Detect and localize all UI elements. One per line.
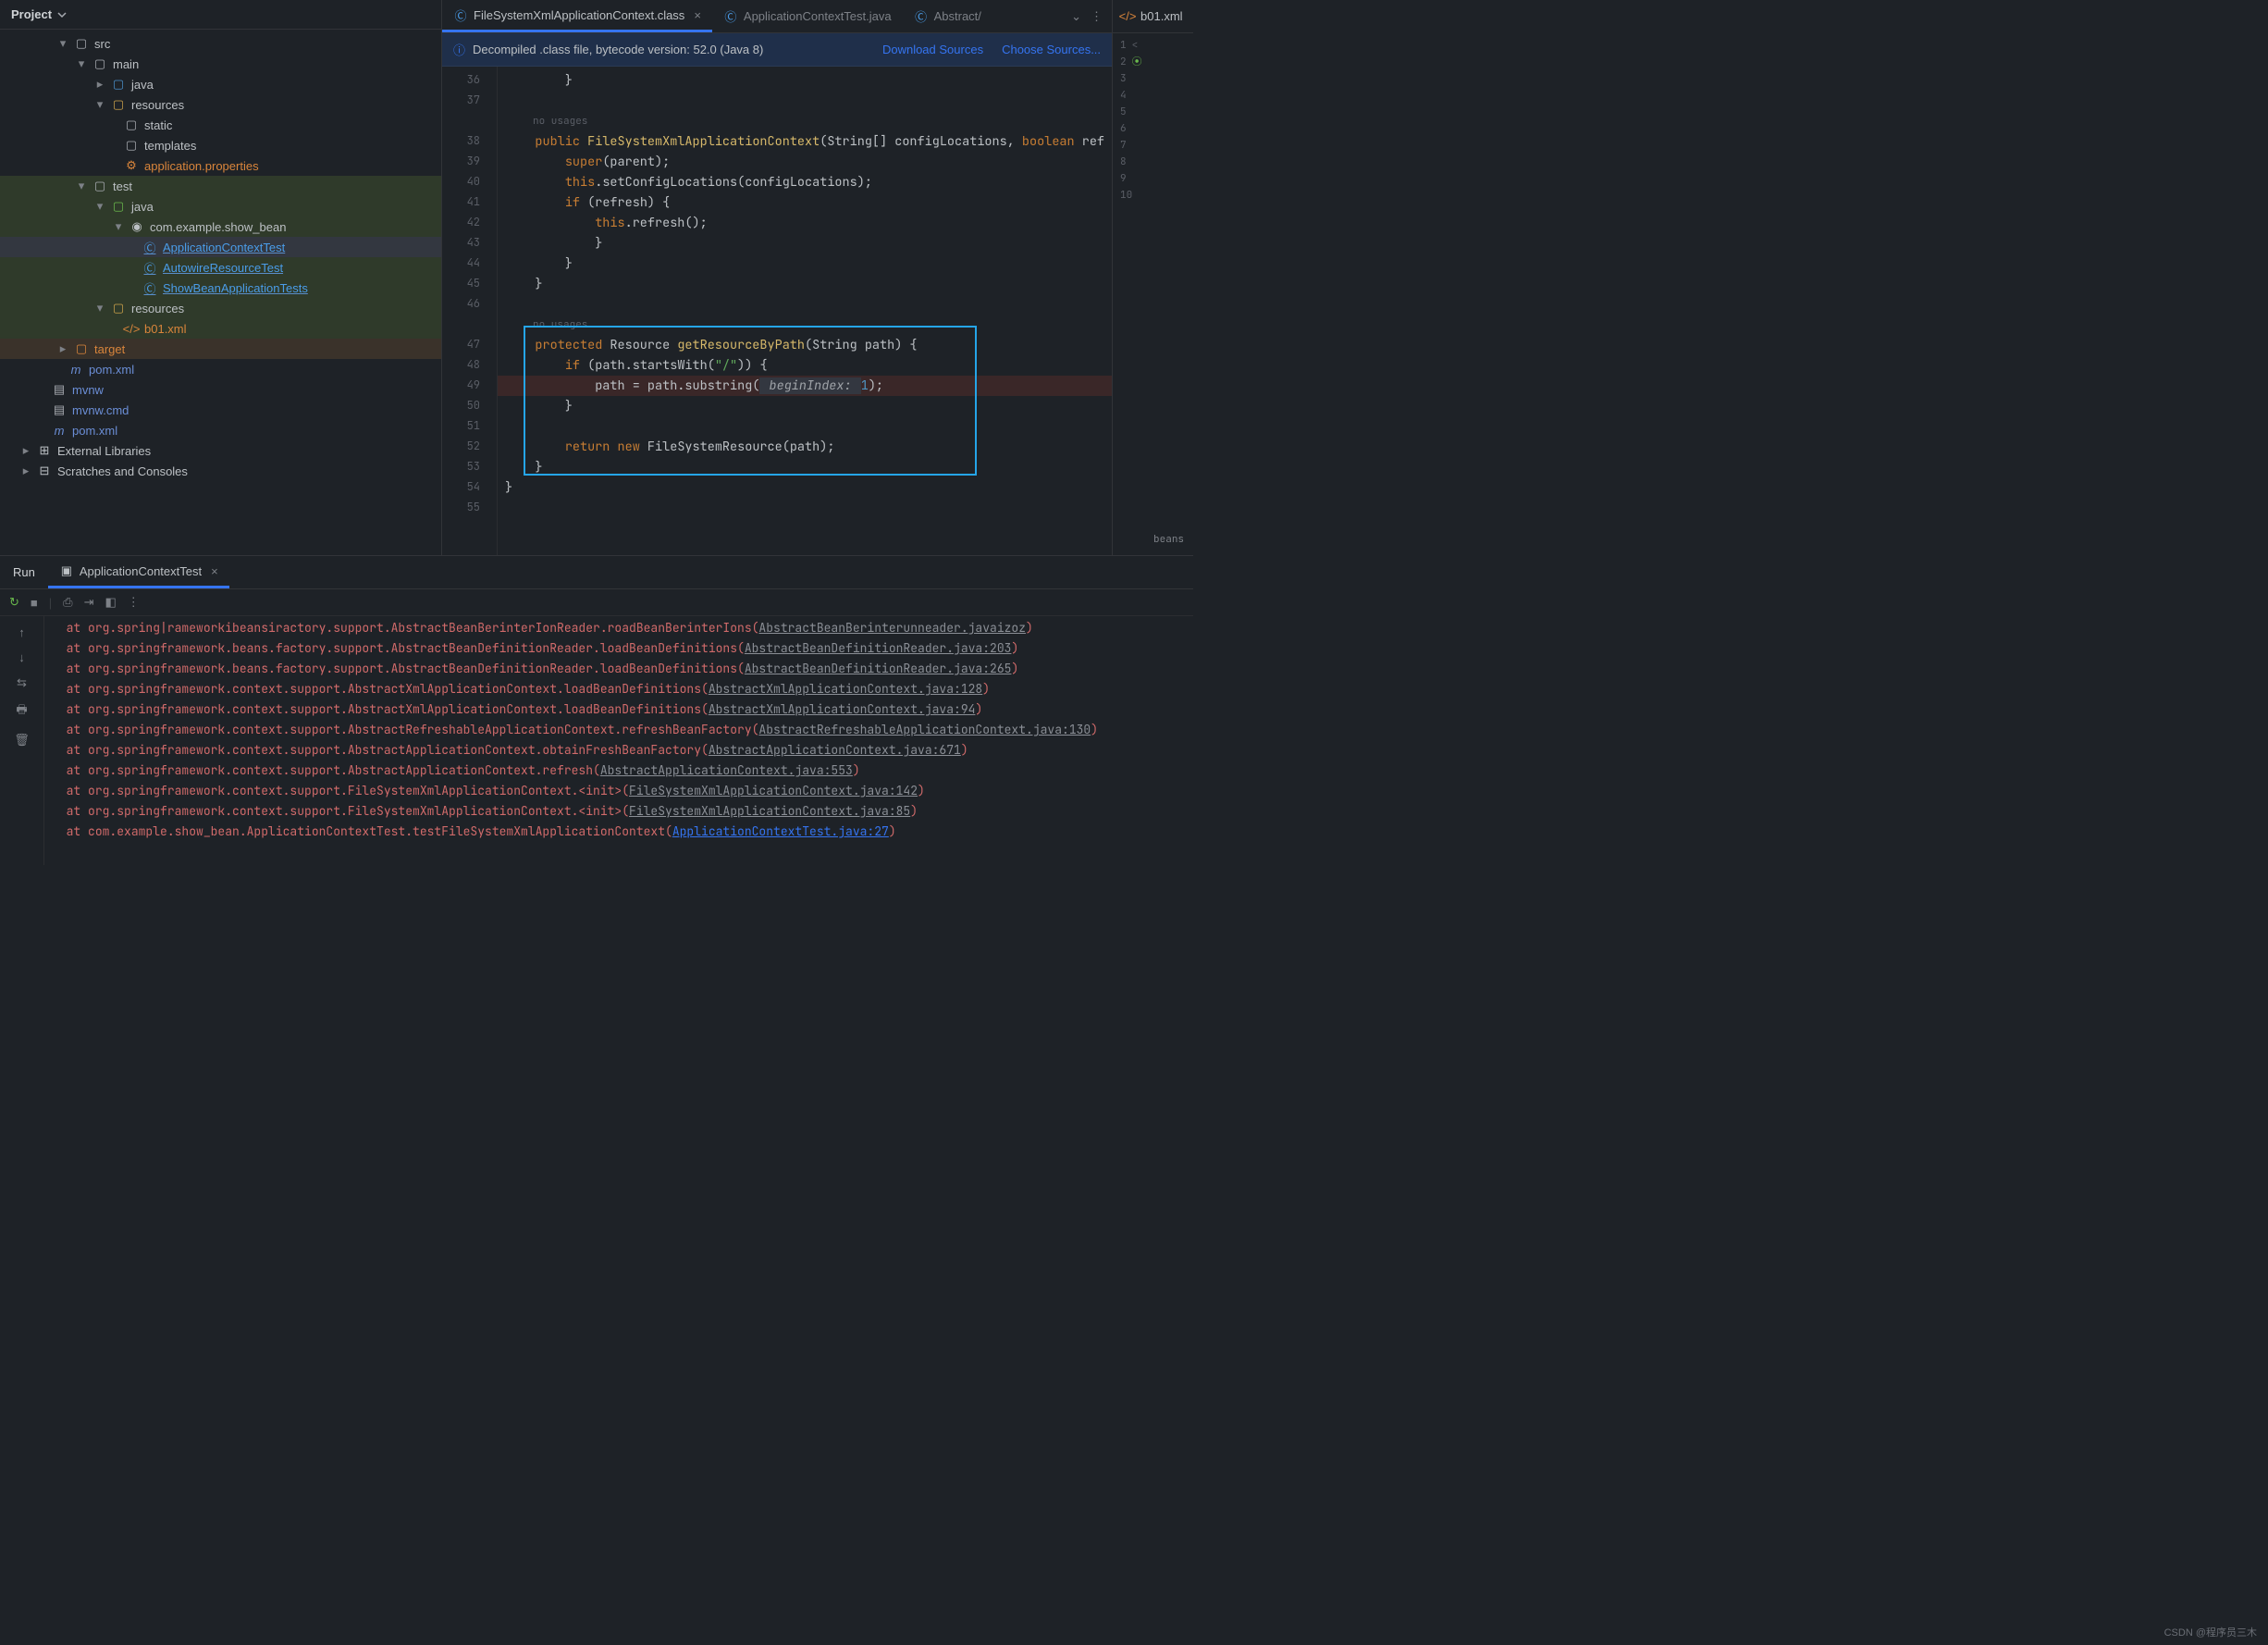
- console-output[interactable]: at org.spring|rameworkibeansiractory.sup…: [44, 616, 1193, 865]
- close-icon[interactable]: ×: [211, 564, 218, 578]
- run-toolbar: ↻ ■ | ⎙ ⇥ ◧ ⋮: [0, 589, 1193, 616]
- class-icon: Ⓒ: [914, 9, 929, 24]
- tree-item-test-resources[interactable]: ▾▢resources: [0, 298, 441, 318]
- tree-item-static[interactable]: ▢static: [0, 115, 441, 135]
- project-panel: Project ▾▢src ▾▢main ▸▢java ▾▢resources …: [0, 0, 442, 555]
- xml-icon: </>: [1120, 9, 1135, 24]
- download-sources-link[interactable]: Download Sources: [882, 43, 983, 56]
- run-tab-label: ApplicationContextTest: [80, 564, 202, 578]
- tree-item-mvnw[interactable]: ▤mvnw: [0, 379, 441, 400]
- tree-item-templates[interactable]: ▢templates: [0, 135, 441, 155]
- tree-item-test-java[interactable]: ▾▢java: [0, 196, 441, 216]
- usages-hint[interactable]: no usages: [498, 111, 1112, 131]
- project-tree[interactable]: ▾▢src ▾▢main ▸▢java ▾▢resources ▢static …: [0, 30, 441, 555]
- more-icon[interactable]: ⋮: [128, 595, 140, 610]
- tab-appcontext-test[interactable]: Ⓒ ApplicationContextTest.java: [712, 0, 903, 32]
- usages-hint[interactable]: no usages: [498, 315, 1112, 335]
- run-tabs: Run ▣ ApplicationContextTest ×: [0, 556, 1193, 589]
- tree-item-autowire-resource-test[interactable]: ⒸAutowireResourceTest: [0, 257, 441, 278]
- beans-label: beans: [1153, 531, 1184, 548]
- tab-label: Abstract/: [934, 9, 981, 23]
- tab-label: b01.xml: [1140, 9, 1183, 23]
- tab-filesystem-class[interactable]: Ⓒ FileSystemXmlApplicationContext.class …: [442, 0, 712, 32]
- class-icon: Ⓒ: [453, 7, 468, 22]
- run-panel-title[interactable]: Run: [0, 565, 48, 579]
- right-tab[interactable]: </> b01.xml: [1113, 0, 1193, 33]
- close-icon[interactable]: ×: [694, 8, 701, 22]
- choose-sources-link[interactable]: Choose Sources...: [1002, 43, 1101, 56]
- tree-item-external-libraries[interactable]: ▸⊞External Libraries: [0, 440, 441, 461]
- tree-item-main[interactable]: ▾▢main: [0, 54, 441, 74]
- tree-item-pom-xml2[interactable]: mpom.xml: [0, 420, 441, 440]
- chevron-down-icon[interactable]: ⌄: [1071, 9, 1081, 24]
- layout-icon[interactable]: ◧: [105, 595, 116, 610]
- tab-label: FileSystemXmlApplicationContext.class: [474, 8, 684, 22]
- run-config-tab[interactable]: ▣ ApplicationContextTest ×: [48, 556, 229, 588]
- run-side-toolbar: ↑ ↓ ⇆ 🖶 🗑: [0, 616, 44, 865]
- tree-item-pom-xml[interactable]: mpom.xml: [0, 359, 441, 379]
- gutter[interactable]: 36 37 38 39 40 41 42 43 44 45 46 47 48 4…: [442, 67, 498, 555]
- right-editor-strip: </> b01.xml 1< 2⦿ 3 4 5 6 7 8 9 10 beans: [1112, 0, 1193, 555]
- run-icon: ▣: [59, 563, 74, 578]
- rerun-icon[interactable]: ↻: [9, 595, 19, 610]
- more-icon[interactable]: ⋮: [1091, 9, 1103, 24]
- tree-item-src[interactable]: ▾▢src: [0, 33, 441, 54]
- down-icon[interactable]: ↓: [18, 650, 25, 664]
- tab-label: ApplicationContextTest.java: [744, 9, 892, 23]
- decompile-banner: ⓘ Decompiled .class file, bytecode versi…: [442, 33, 1112, 67]
- tree-item-java[interactable]: ▸▢java: [0, 74, 441, 94]
- tree-item-scratches[interactable]: ▸⊟Scratches and Consoles: [0, 461, 441, 481]
- print-icon[interactable]: 🖶: [16, 701, 27, 722]
- tree-item-mvnw-cmd[interactable]: ▤mvnw.cmd: [0, 400, 441, 420]
- code-content[interactable]: } no usages public FileSystemXmlApplicat…: [498, 67, 1112, 555]
- tree-item-app-props[interactable]: ⚙application.properties: [0, 155, 441, 176]
- project-header[interactable]: Project: [0, 0, 441, 30]
- chevron-down-icon: [57, 10, 67, 19]
- exit-icon[interactable]: ⇥: [84, 595, 94, 610]
- tree-item-test[interactable]: ▾▢test: [0, 176, 441, 196]
- tree-item-b01-xml[interactable]: </>b01.xml: [0, 318, 441, 339]
- camera-icon[interactable]: ⎙: [63, 595, 72, 610]
- info-icon: ⓘ: [453, 41, 465, 58]
- banner-text: Decompiled .class file, bytecode version…: [473, 43, 864, 56]
- tree-item-test-pkg[interactable]: ▾◉com.example.show_bean: [0, 216, 441, 237]
- watermark: CSDN @程序员三木: [2164, 1625, 2257, 1639]
- run-panel: Run ▣ ApplicationContextTest × ↻ ■ | ⎙ ⇥…: [0, 555, 1193, 865]
- trash-icon[interactable]: 🗑: [14, 733, 30, 748]
- editor-tab-bar: Ⓒ FileSystemXmlApplicationContext.class …: [442, 0, 1112, 33]
- editor-area: Ⓒ FileSystemXmlApplicationContext.class …: [442, 0, 1112, 555]
- stop-icon[interactable]: ■: [31, 596, 38, 610]
- wrap-icon[interactable]: ⇆: [17, 675, 27, 690]
- tree-item-application-context-test[interactable]: ⒸApplicationContextTest: [0, 237, 441, 257]
- tab-abstract[interactable]: Ⓒ Abstract/: [903, 0, 992, 32]
- tree-item-target[interactable]: ▸▢target: [0, 339, 441, 359]
- project-title: Project: [11, 7, 52, 21]
- tree-item-resources[interactable]: ▾▢resources: [0, 94, 441, 115]
- tree-item-show-bean-tests[interactable]: ⒸShowBeanApplicationTests: [0, 278, 441, 298]
- code-editor[interactable]: 36 37 38 39 40 41 42 43 44 45 46 47 48 4…: [442, 67, 1112, 555]
- up-icon[interactable]: ↑: [18, 625, 25, 639]
- class-icon: Ⓒ: [723, 9, 738, 24]
- overview-ruler[interactable]: 1< 2⦿ 3 4 5 6 7 8 9 10 beans: [1113, 33, 1193, 555]
